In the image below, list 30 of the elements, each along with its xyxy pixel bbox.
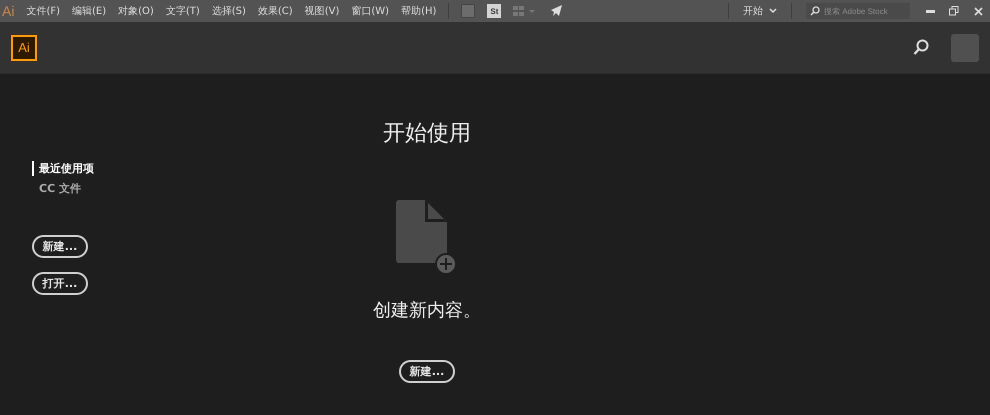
caret-icon [769, 8, 777, 14]
search-icon [913, 39, 929, 56]
nav-item[interactable]: CC 文件 [32, 181, 212, 196]
nav-item[interactable]: 最近使用项 [32, 161, 212, 176]
new-button[interactable]: 新建... [399, 360, 455, 383]
sidebar-button[interactable]: 新建... [32, 235, 88, 258]
menu-item[interactable]: 帮助(H) [395, 4, 442, 18]
search-button[interactable] [913, 39, 929, 56]
workspace-switcher[interactable]: 开始 [735, 4, 785, 18]
menu-item[interactable]: 文字(T) [160, 4, 206, 18]
menu-item[interactable]: 窗口(W) [345, 4, 396, 18]
search-icon [810, 6, 821, 16]
menu-item[interactable]: 视图(V) [298, 4, 346, 18]
search-field[interactable]: 搜索 Adobe Stock [806, 3, 910, 19]
app-switcher-icon[interactable] [461, 4, 476, 18]
stock-button[interactable]: St [487, 4, 502, 18]
app-logo: Ai [1, 3, 16, 19]
menu-item[interactable]: 效果(C) [252, 4, 299, 18]
new-document-icon [396, 200, 458, 276]
prompt-text: 创建新内容。 [373, 299, 481, 322]
menu-item[interactable]: 编辑(E) [66, 4, 112, 18]
page-title: 开始使用 [383, 120, 471, 148]
app-logo: Ai [11, 34, 37, 60]
restore-icon [949, 6, 959, 16]
sidebar-button[interactable]: 打开... [32, 272, 88, 295]
menu-item[interactable]: 对象(O) [112, 4, 160, 18]
minimize-icon [926, 10, 934, 12]
menu-item[interactable]: 文件(F) [20, 4, 66, 18]
menu-item[interactable]: 选择(S) [206, 4, 252, 18]
close-icon [974, 6, 982, 16]
